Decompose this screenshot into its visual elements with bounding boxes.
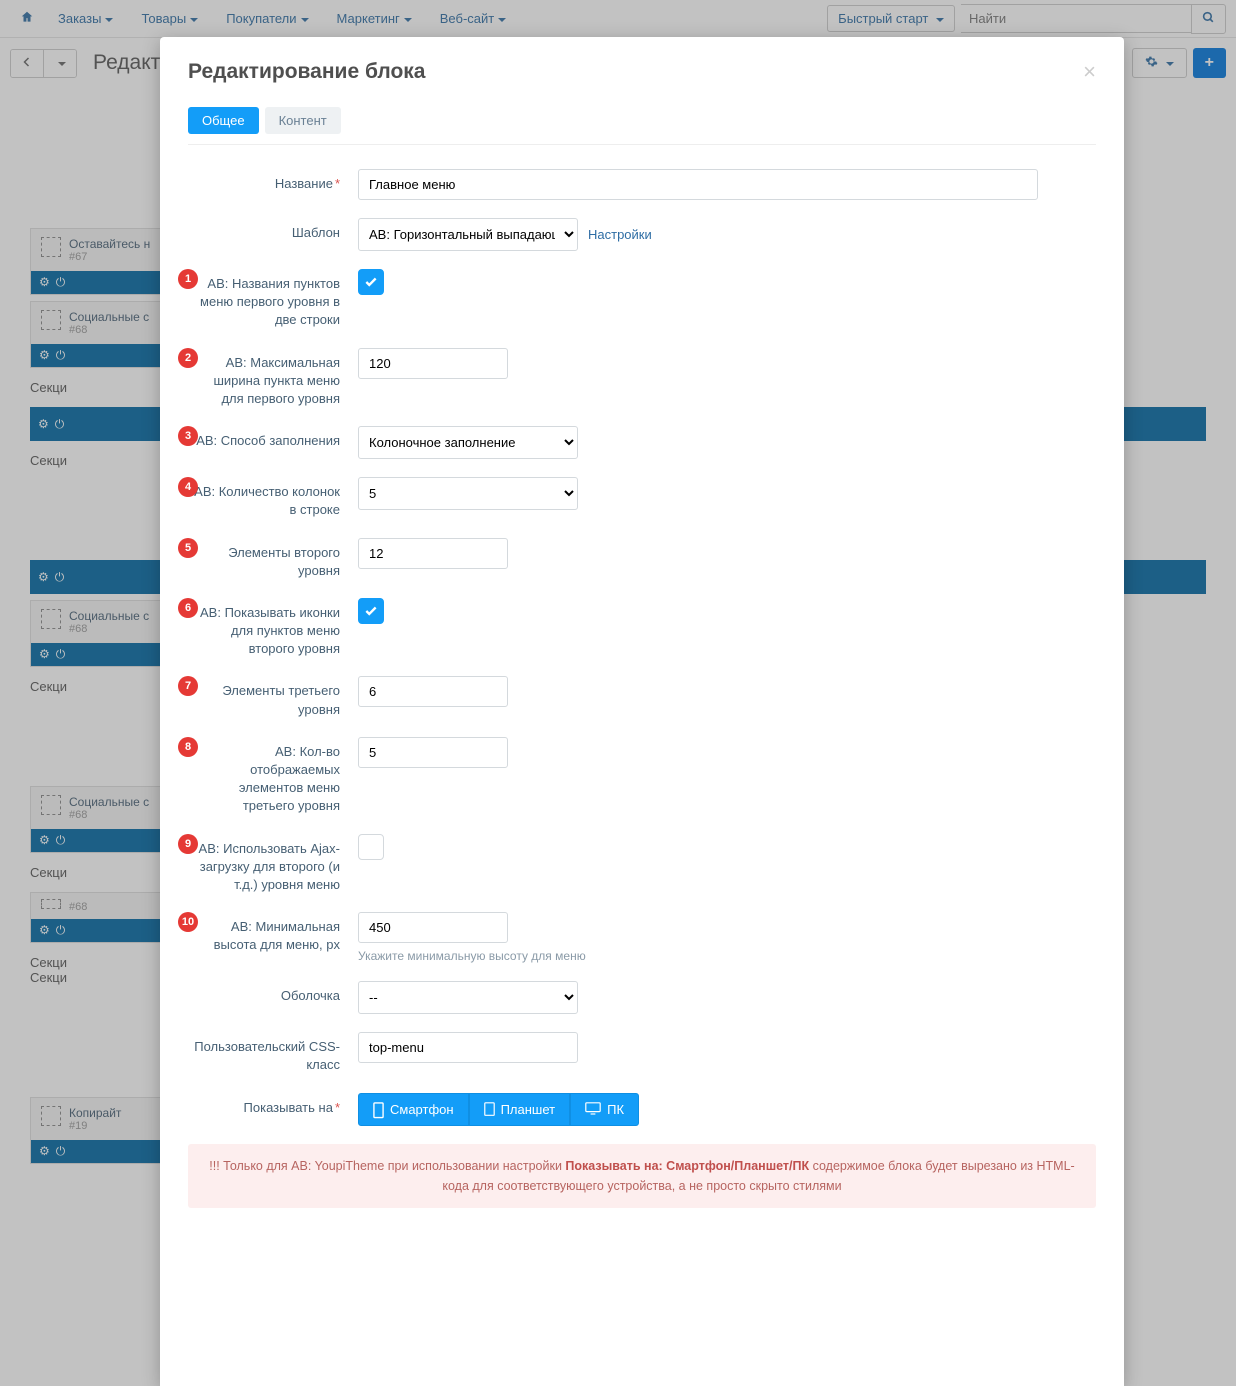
fill-method-select[interactable]: Колоночное заполнение bbox=[358, 426, 578, 459]
modal-title: Редактирование блока bbox=[188, 60, 425, 84]
icons2-checkbox[interactable] bbox=[358, 598, 384, 624]
count3-input[interactable] bbox=[358, 737, 508, 768]
icons2-label: AB: Показывать иконки для пунктов меню в… bbox=[188, 598, 358, 659]
annotation-2: 2 bbox=[178, 348, 198, 368]
desktop-icon bbox=[585, 1102, 601, 1116]
max-width-label: AB: Максимальная ширина пункта меню для … bbox=[188, 348, 358, 409]
annotation-6: 6 bbox=[178, 598, 198, 618]
columns-select[interactable]: 5 bbox=[358, 477, 578, 510]
max-width-input[interactable] bbox=[358, 348, 508, 379]
close-icon[interactable]: × bbox=[1083, 59, 1096, 85]
device-pc[interactable]: ПК bbox=[570, 1093, 639, 1126]
device-button-group: Смартфон Планшет ПК bbox=[358, 1093, 1096, 1126]
wrapper-select[interactable]: -- bbox=[358, 981, 578, 1014]
template-select[interactable]: AB: Горизонтальный выпадающий bbox=[358, 218, 578, 251]
ajax-label: AB: Использовать Ajax-загрузку для второ… bbox=[188, 834, 358, 895]
annotation-4: 4 bbox=[178, 477, 198, 497]
template-label: Шаблон bbox=[188, 218, 358, 242]
fill-method-label: AB: Способ заполнения bbox=[188, 426, 358, 450]
device-phone[interactable]: Смартфон bbox=[358, 1093, 469, 1126]
name-input[interactable] bbox=[358, 169, 1038, 200]
modal-tabs: Общее Контент bbox=[188, 107, 1096, 145]
level2-input[interactable] bbox=[358, 538, 508, 569]
minheight-label: AB: Минимальная высота для меню, px bbox=[188, 912, 358, 954]
edit-block-modal: Редактирование блока × Общее Контент Наз… bbox=[160, 37, 1124, 1386]
device-tablet[interactable]: Планшет bbox=[469, 1093, 571, 1126]
css-class-label: Пользовательский CSS-класс bbox=[188, 1032, 358, 1074]
level3-input[interactable] bbox=[358, 676, 508, 707]
two-lines-label: AB: Названия пунктов меню первого уровня… bbox=[188, 269, 358, 330]
ajax-checkbox[interactable] bbox=[358, 834, 384, 860]
count3-label: AB: Кол-во отображаемых элементов меню т… bbox=[188, 737, 358, 816]
show-on-label: Показывать на bbox=[244, 1100, 333, 1115]
css-class-input[interactable] bbox=[358, 1032, 578, 1063]
annotation-5: 5 bbox=[178, 538, 198, 558]
wrapper-label: Оболочка bbox=[188, 981, 358, 1005]
warning-message: !!! Только для AB: YoupiTheme при исполь… bbox=[188, 1144, 1096, 1208]
annotation-1: 1 bbox=[178, 269, 198, 289]
tab-content[interactable]: Контент bbox=[265, 107, 341, 134]
level2-label: Элементы второго уровня bbox=[188, 538, 358, 580]
phone-icon bbox=[373, 1102, 384, 1116]
columns-label: AB: Количество колонок в строке bbox=[188, 477, 358, 519]
annotation-8: 8 bbox=[178, 737, 198, 757]
minheight-help: Укажите минимальную высоту для меню bbox=[358, 949, 1096, 963]
name-label: Название bbox=[275, 176, 333, 191]
tab-general[interactable]: Общее bbox=[188, 107, 259, 134]
tablet-icon bbox=[484, 1102, 495, 1116]
annotation-9: 9 bbox=[178, 834, 198, 854]
minheight-input[interactable] bbox=[358, 912, 508, 943]
annotation-3: 3 bbox=[178, 426, 198, 446]
two-lines-checkbox[interactable] bbox=[358, 269, 384, 295]
annotation-10: 10 bbox=[178, 912, 198, 932]
template-settings-link[interactable]: Настройки bbox=[588, 227, 652, 242]
level3-label: Элементы третьего уровня bbox=[188, 676, 358, 718]
